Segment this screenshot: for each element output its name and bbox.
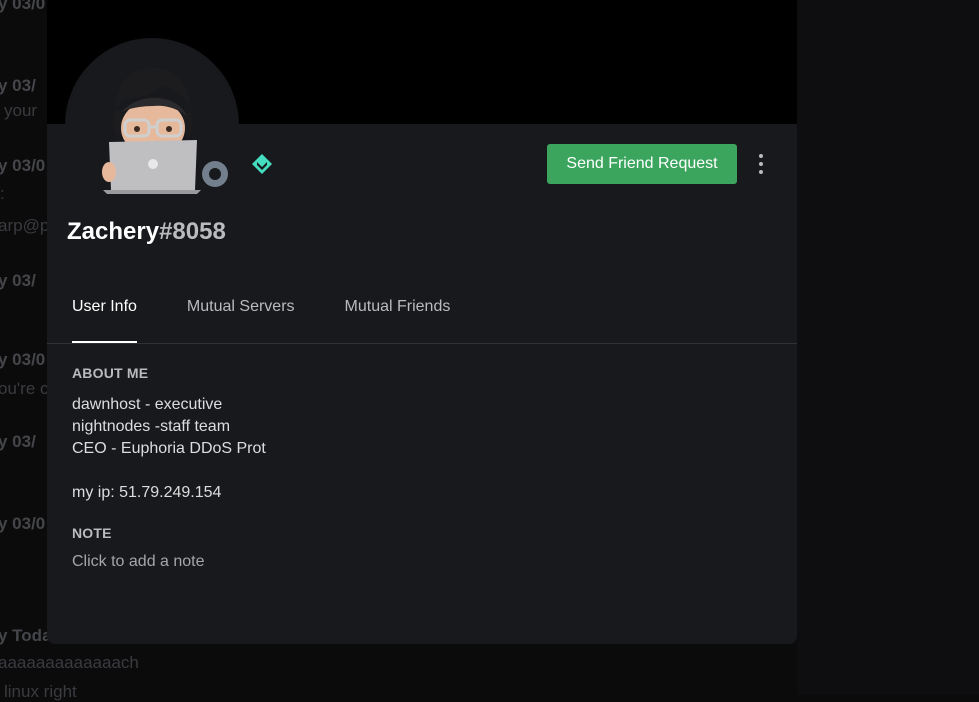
hypesquad-balance-icon[interactable] <box>251 153 273 175</box>
chat-fragment: y 03/0 <box>0 514 46 533</box>
username-text: Zachery <box>67 218 160 245</box>
tab-mutual-friends[interactable]: Mutual Friends <box>345 288 451 342</box>
note-field[interactable]: Click to add a note <box>72 553 205 571</box>
tab-user-info[interactable]: User Info <box>72 288 137 343</box>
chat-fragment: linux right <box>4 682 77 701</box>
chat-fragment: arp@p <box>0 216 50 235</box>
discriminator-text: #8058 <box>159 218 226 245</box>
status-indicator <box>197 156 233 192</box>
chat-fragment: y Toda <box>0 626 52 645</box>
chat-fragment: y 03/0 <box>0 0 46 13</box>
profile-username: Zachery#8058 <box>67 218 226 246</box>
chat-fragment: : <box>0 184 5 203</box>
avatar-frame <box>65 38 239 212</box>
about-line: nightnodes -staff team <box>72 418 231 435</box>
chat-fragment: aaaaaaaaaaaaach <box>0 653 139 672</box>
about-line: dawnhost - executive <box>72 396 223 413</box>
chat-fragment: y 03/0 <box>0 350 46 369</box>
tab-divider <box>47 343 797 344</box>
chat-fragment: y 03/ <box>0 76 36 95</box>
about-me-heading: ABOUT ME <box>72 365 149 381</box>
chat-fragment: ou're c <box>0 379 49 398</box>
note-heading: NOTE <box>72 525 112 541</box>
vertical-ellipsis-icon[interactable] <box>753 150 769 178</box>
about-me-text: dawnhost - executive nightnodes -staff t… <box>72 394 266 504</box>
chat-fragment: y 03/0 <box>0 156 46 175</box>
background-right-panel <box>797 0 979 695</box>
chat-fragment: your <box>4 101 38 120</box>
chat-fragment: y 03/ <box>0 271 36 290</box>
profile-tabs: User Info Mutual Servers Mutual Friends <box>72 288 500 344</box>
offline-status-icon <box>202 161 228 187</box>
about-line: my ip: 51.79.249.154 <box>72 484 222 501</box>
chat-fragment: y 03/ <box>0 432 36 451</box>
tab-mutual-servers[interactable]: Mutual Servers <box>187 288 295 342</box>
send-friend-request-button[interactable]: Send Friend Request <box>547 144 737 184</box>
about-line: CEO - Euphoria DDoS Prot <box>72 440 266 457</box>
about-line <box>72 460 266 482</box>
user-profile-modal: Send Friend Request Zachery#8058 User In… <box>47 0 797 644</box>
